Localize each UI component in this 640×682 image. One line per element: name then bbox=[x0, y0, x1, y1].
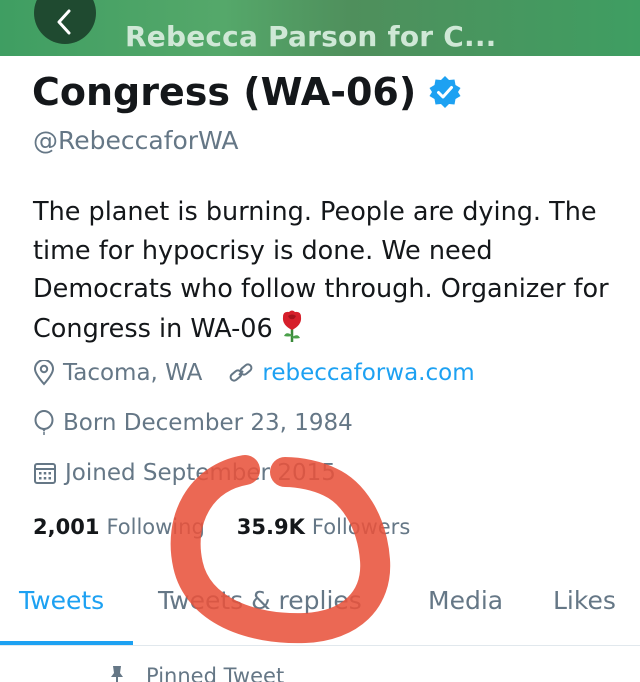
joined-text: Joined September 2015 bbox=[65, 460, 336, 486]
pinned-tweet-label: Pinned Tweet bbox=[110, 664, 284, 682]
location-text: Tacoma, WA bbox=[63, 360, 203, 386]
pin-icon bbox=[111, 666, 123, 682]
profile-tabs: Tweets Tweets & replies Media Likes bbox=[0, 578, 640, 646]
followers-count[interactable]: 35.9K bbox=[237, 515, 305, 539]
header-title: Rebecca Parson for C... bbox=[125, 20, 497, 53]
location-item: Tacoma, WA bbox=[33, 360, 202, 386]
birthday-text: Born December 23, 1984 bbox=[63, 410, 353, 436]
back-button[interactable] bbox=[34, 0, 96, 44]
pinned-text: Pinned Tweet bbox=[146, 664, 285, 682]
website-link[interactable]: rebeccaforwa.com bbox=[262, 360, 474, 386]
tab-likes[interactable]: Likes bbox=[553, 586, 616, 615]
location-pin-icon bbox=[33, 360, 55, 386]
joined-row: Joined September 2015 bbox=[33, 458, 336, 488]
verified-badge-icon bbox=[429, 76, 461, 108]
birthday-row: Born December 23, 1984 bbox=[33, 408, 353, 438]
active-tab-indicator bbox=[0, 641, 133, 645]
profile-handle: @RebeccaforWA bbox=[33, 126, 239, 155]
calendar-icon bbox=[34, 463, 56, 484]
display-name-text: Congress (WA-06) bbox=[32, 70, 417, 114]
chevron-left-icon bbox=[57, 9, 71, 35]
profile-header-bar: Rebecca Parson for C... bbox=[0, 0, 640, 56]
balloon-icon bbox=[34, 410, 54, 435]
birthday-item: Born December 23, 1984 bbox=[33, 410, 353, 436]
rose-icon bbox=[282, 310, 301, 342]
tab-media[interactable]: Media bbox=[428, 586, 503, 615]
profile-bio: The planet is burning. People are dying.… bbox=[33, 193, 623, 348]
joined-item: Joined September 2015 bbox=[33, 460, 336, 486]
link-icon bbox=[229, 363, 253, 382]
following-label[interactable]: Following bbox=[106, 515, 204, 539]
website-item[interactable]: rebeccaforwa.com bbox=[228, 360, 475, 386]
location-website-row: Tacoma, WA rebeccaforwa.com bbox=[33, 358, 475, 388]
tab-tweets[interactable]: Tweets bbox=[19, 586, 104, 615]
follow-stats: 2,001 Following 35.9K Followers bbox=[33, 515, 410, 539]
tab-tweets-and-replies[interactable]: Tweets & replies bbox=[158, 586, 362, 615]
bio-text: The planet is burning. People are dying.… bbox=[33, 197, 609, 344]
followers-label[interactable]: Followers bbox=[312, 515, 410, 539]
profile-display-name: Congress (WA-06) bbox=[32, 70, 462, 114]
following-count[interactable]: 2,001 bbox=[33, 515, 99, 539]
